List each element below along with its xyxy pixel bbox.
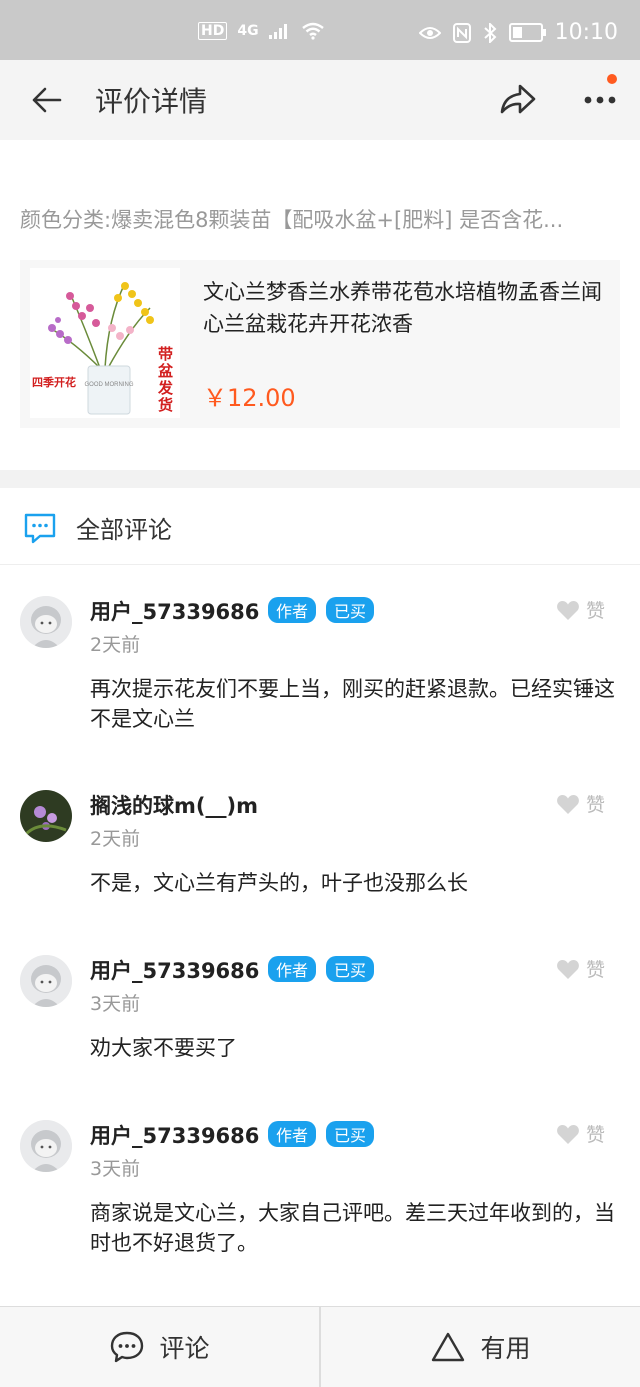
product-price: ￥12.00 <box>203 384 296 412</box>
eye-icon <box>418 26 441 39</box>
comments-title: 全部评论 <box>76 516 172 544</box>
pot-text: GOOD MORNING <box>85 382 134 388</box>
signal-icon <box>268 24 287 39</box>
comment-bubble-icon <box>22 510 58 546</box>
purchased-badge: 已买 <box>326 1121 375 1147</box>
status-bar: HD 4G 10:10 <box>0 0 640 60</box>
like-label: 赞 <box>586 959 606 981</box>
more-button[interactable] <box>580 74 620 120</box>
back-button[interactable] <box>28 82 64 118</box>
like-button[interactable]: 赞 <box>556 1120 605 1147</box>
heart-icon <box>557 600 579 620</box>
triangle-icon <box>432 1332 465 1362</box>
author-badge: 作者 <box>268 597 317 623</box>
network-badge: HD <box>198 22 228 40</box>
useful-button[interactable]: 有用 <box>321 1307 640 1387</box>
commenter-name[interactable]: 用户_57339686 <box>90 955 259 985</box>
like-label: 赞 <box>586 794 606 816</box>
arrow-left-icon <box>32 87 62 113</box>
avatar[interactable] <box>20 955 72 1007</box>
badge-group: 作者 已买 <box>268 956 375 982</box>
commenter-name[interactable]: 搁浅的球m(__)m <box>90 790 258 820</box>
like-button[interactable]: 赞 <box>556 596 605 623</box>
comment-item: 用户_57339686 作者 已买 2天前再次提示花友们不要上当，刚买的赶紧退款。已经… <box>0 596 640 736</box>
comment-text: 再次提示花友们不要上当，刚买的赶紧退款。已经实锤这不是文心兰 <box>90 677 615 731</box>
heart-icon <box>557 794 579 814</box>
bottom-bar: 评论 有用 <box>0 1306 640 1387</box>
useful-button-label: 有用 <box>480 1334 531 1363</box>
purchased-badge: 已买 <box>326 597 375 623</box>
image-label-right: 带盆发货 <box>158 345 174 414</box>
comment-text: 不是，文心兰有芦头的，叶子也没那么长 <box>90 871 468 895</box>
clock: 10:10 <box>554 20 618 45</box>
battery-icon <box>508 23 546 42</box>
status-left: HD 4G <box>198 22 325 40</box>
author-badge: 作者 <box>268 956 317 982</box>
comment-time: 3天前 <box>90 993 141 1015</box>
commenter-name[interactable]: 用户_57339686 <box>90 596 259 626</box>
comments-header: 全部评论 <box>0 488 640 565</box>
like-button[interactable]: 赞 <box>556 955 605 982</box>
comment-text: 商家说是文心兰，大家自己评吧。差三天过年收到的，当时也不好退货了。 <box>90 1201 615 1255</box>
comment-item: 用户_57339686 作者 已买 3天前商家说是文心兰，大家自己评吧。差三天过年收到… <box>0 1120 640 1260</box>
share-button[interactable] <box>498 80 538 120</box>
share-icon <box>500 84 536 114</box>
avatar[interactable] <box>20 790 72 842</box>
wifi-icon <box>301 22 324 40</box>
image-label-left: 四季开花 <box>32 375 76 389</box>
comment-icon <box>111 1331 144 1363</box>
bluetooth-icon <box>483 22 497 43</box>
comment-time: 2天前 <box>90 828 141 850</box>
purchased-badge: 已买 <box>326 956 375 982</box>
notification-dot <box>607 74 617 84</box>
comment-item: 搁浅的球m(__)m 2天前不是，文心兰有芦头的，叶子也没那么长 赞 <box>0 790 640 930</box>
more-dots-icon <box>584 96 616 104</box>
like-label: 赞 <box>586 600 606 622</box>
product-title: 文心兰梦香兰水养带花苞水培植物孟香兰闻心兰盆栽花卉开花浓香 <box>203 280 602 336</box>
section-divider <box>0 470 640 488</box>
nav-header: 评价详情 <box>0 60 640 140</box>
product-spec: 颜色分类:爆卖混色8颗装苗【配吸水盆+[肥料] 是否含花... <box>20 208 564 232</box>
comment-text: 劝大家不要买了 <box>90 1036 237 1060</box>
avatar[interactable] <box>20 596 72 648</box>
like-label: 赞 <box>586 1124 606 1146</box>
product-image: GOOD MORNING 四季开花 带盆发货 <box>30 268 180 418</box>
like-button[interactable]: 赞 <box>556 790 605 817</box>
comment-button[interactable]: 评论 <box>0 1307 319 1387</box>
heart-icon <box>557 959 579 979</box>
nfc-icon <box>452 22 471 43</box>
product-card[interactable]: GOOD MORNING 四季开花 带盆发货 文心兰梦香兰水养带花苞水培植物孟香… <box>20 260 620 428</box>
page-title: 评价详情 <box>95 85 208 118</box>
comment-button-label: 评论 <box>159 1334 210 1363</box>
author-badge: 作者 <box>268 1121 317 1147</box>
status-right: 10:10 <box>418 20 618 45</box>
comment-item: 用户_57339686 作者 已买 3天前劝大家不要买了 赞 <box>0 955 640 1095</box>
signal-label: 4G <box>237 23 259 39</box>
avatar[interactable] <box>20 1120 72 1172</box>
badge-group: 作者 已买 <box>268 597 375 623</box>
comment-time: 2天前 <box>90 634 141 656</box>
comment-time: 3天前 <box>90 1158 141 1180</box>
commenter-name[interactable]: 用户_57339686 <box>90 1120 259 1150</box>
heart-icon <box>557 1124 579 1144</box>
badge-group: 作者 已买 <box>268 1121 375 1147</box>
battery-fill <box>512 27 522 38</box>
